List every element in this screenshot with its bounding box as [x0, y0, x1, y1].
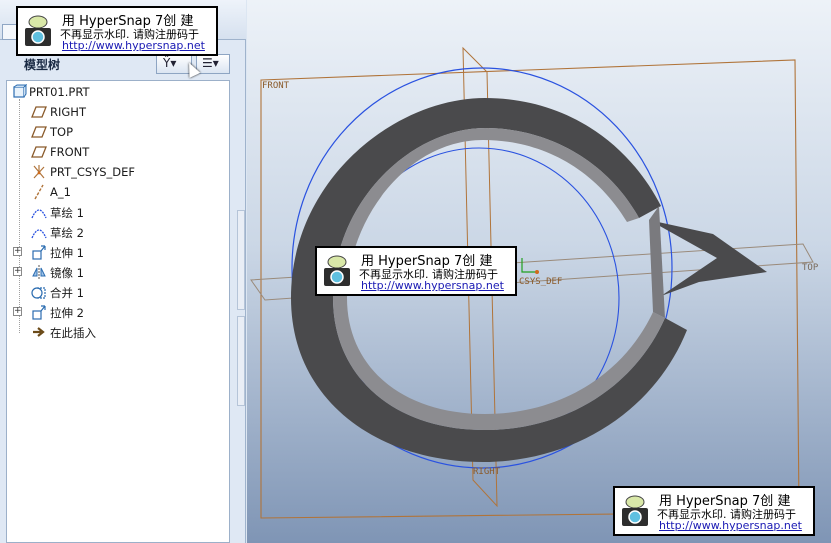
tree-show-icon: ☰▾	[202, 56, 219, 70]
right-plane-label: RIGHT	[473, 467, 501, 477]
datum-plane-icon	[31, 146, 47, 158]
tree-item-label: 拉伸 2	[50, 306, 84, 320]
camera-icon	[25, 15, 51, 46]
tree-item-label: 镜像 1	[50, 266, 84, 280]
csys-axes	[521, 258, 537, 273]
tree-item-label: 草绘 2	[50, 226, 84, 240]
tree-item-label: 草绘 1	[50, 206, 84, 220]
sketch-icon	[31, 209, 47, 219]
watermark-link[interactable]: http://www.hypersnap.net	[361, 279, 504, 292]
watermark-link[interactable]: http://www.hypersnap.net	[62, 39, 205, 52]
watermark-bottom: 用 HyperSnap 7创 建 不再显示水印. 请购注册码于 http://w…	[613, 486, 815, 536]
camera-icon	[324, 255, 350, 286]
camera-icon	[622, 495, 648, 526]
tree-item-label: TOP	[50, 125, 74, 139]
watermark-center: 用 HyperSnap 7创 建 不再显示水印. 请购注册码于 http://w…	[315, 246, 517, 296]
tree-item-label: FRONT	[50, 145, 90, 159]
tree-item-a1[interactable]: A_1	[7, 183, 227, 201]
top-plane-label: TOP	[802, 263, 819, 273]
arrow-tip-solid[interactable]	[649, 220, 767, 296]
tree-item-right[interactable]: RIGHT	[7, 103, 227, 121]
tree-item-front[interactable]: FRONT	[7, 143, 227, 161]
left-panel: 模型树 Ŷ▾ ☰▾ PRT01.PRT RIGHT TOP FRONT PRT_…	[0, 0, 246, 543]
tree-item-prt-csys-def[interactable]: PRT_CSYS_DEF	[7, 163, 227, 181]
csys-label: CSYS_DEF	[519, 277, 562, 287]
panel-splitter-handle-lower[interactable]	[237, 316, 245, 406]
arrow-side-face	[649, 206, 665, 318]
tree-item-label: 在此插入	[50, 326, 96, 340]
sketch-icon	[31, 229, 47, 239]
extrude-icon	[32, 305, 46, 320]
tree-item-extrude2[interactable]: + 拉伸 2	[7, 303, 227, 321]
datum-plane-icon	[31, 126, 47, 138]
tree-item-label: PRT_CSYS_DEF	[50, 165, 136, 179]
front-plane-label: FRONT	[262, 81, 290, 91]
tree-item-label: PRT01.PRT	[29, 85, 90, 99]
tree-item-extrude1[interactable]: + 拉伸 1	[7, 243, 227, 261]
tree-item-insert-here[interactable]: 在此插入	[7, 323, 227, 341]
tree-show-button[interactable]: ☰▾	[196, 54, 230, 74]
tree-item-label: RIGHT	[50, 105, 86, 119]
datum-axis-icon	[34, 184, 44, 200]
tree-item-label: A_1	[50, 185, 71, 199]
tree-item-prt01[interactable]: PRT01.PRT	[7, 83, 227, 101]
expand-icon[interactable]: +	[13, 267, 22, 276]
insert-arrow-icon	[33, 327, 45, 337]
tree-item-mirror1[interactable]: + 镜像 1	[7, 263, 227, 281]
csys-origin[interactable]	[535, 270, 539, 274]
part-icon	[13, 84, 27, 98]
csys-icon	[33, 165, 45, 179]
tree-item-label: 合并 1	[50, 286, 84, 300]
extrude-icon	[32, 245, 46, 260]
tree-settings-icon: Ŷ▾	[163, 56, 177, 70]
tree-item-label: 拉伸 1	[50, 246, 84, 260]
datum-plane-icon	[31, 106, 47, 118]
tree-item-top[interactable]: TOP	[7, 123, 227, 141]
tree-item-sketch1[interactable]: 草绘 1	[7, 203, 227, 221]
expand-icon[interactable]: +	[13, 307, 22, 316]
mirror-icon	[32, 265, 46, 279]
tree-item-merge1[interactable]: 合并 1	[7, 283, 227, 301]
model-tree-title: 模型树	[24, 58, 61, 72]
watermark-link[interactable]: http://www.hypersnap.net	[659, 519, 802, 532]
model-tree: PRT01.PRT RIGHT TOP FRONT PRT_CSYS_DEF A…	[6, 80, 230, 543]
watermark-top: 用 HyperSnap 7创 建 不再显示水印. 请购注册码于 http://w…	[16, 6, 218, 56]
merge-icon	[31, 287, 46, 299]
tree-item-sketch2[interactable]: 草绘 2	[7, 223, 227, 241]
panel-splitter-handle[interactable]	[237, 210, 245, 310]
expand-icon[interactable]: +	[13, 247, 22, 256]
